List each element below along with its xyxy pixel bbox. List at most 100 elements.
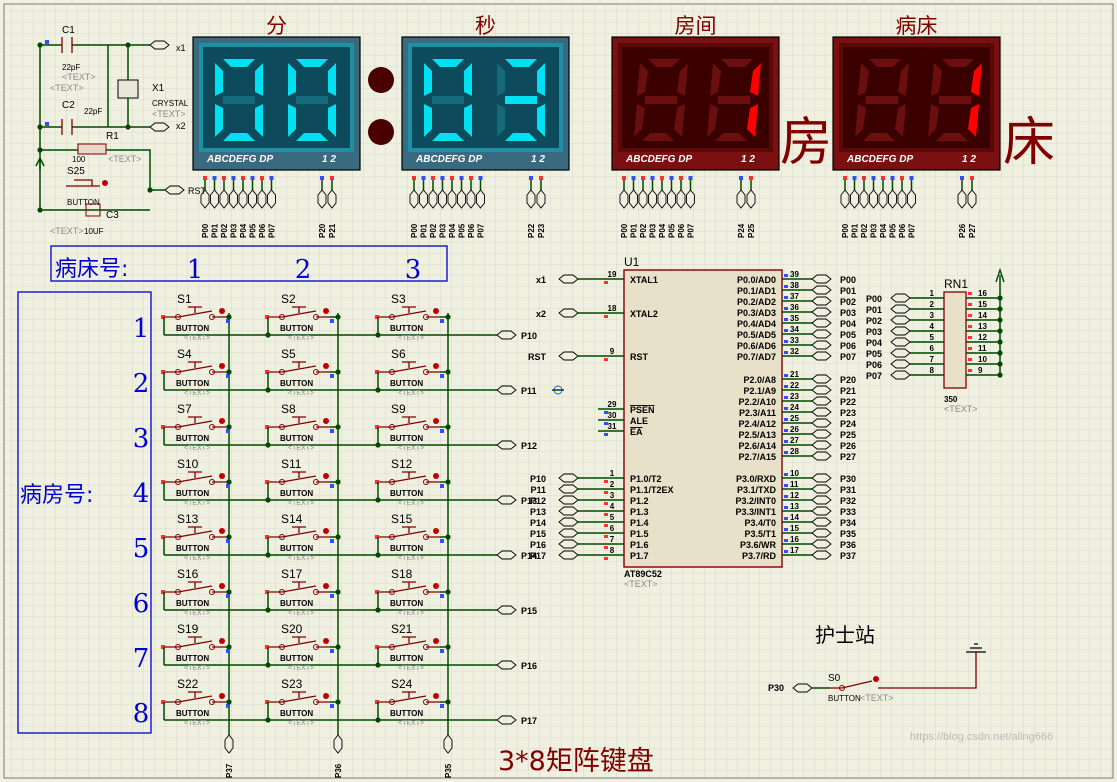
display-pin-label: P00 [841, 223, 850, 238]
button-type: BUTTON [280, 709, 313, 718]
pin-marker [604, 513, 608, 516]
bed-header-label: 病床号: [55, 257, 128, 282]
pin-marker [784, 374, 788, 377]
button-type: BUTTON [176, 654, 209, 663]
button-indicator [433, 583, 439, 589]
rn-pin-number: 11 [978, 344, 987, 353]
junction-dot [375, 442, 381, 448]
display-pin-label: P22 [527, 223, 536, 238]
pin-marker [450, 176, 454, 180]
pin-marker [604, 557, 608, 560]
junction-dot [375, 717, 381, 723]
button-text: <TEXT> [398, 390, 424, 397]
pin-marker [604, 480, 608, 483]
pin-marker [250, 176, 255, 180]
pin-number: 31 [608, 422, 617, 431]
ward-number: 6 [133, 589, 150, 619]
display-pin-label: P07 [268, 223, 277, 238]
button-text: <TEXT> [398, 610, 424, 617]
pin-marker [604, 502, 608, 505]
pin-marker [784, 285, 788, 288]
display-pin-label: P24 [737, 223, 746, 238]
display-pin-label: P03 [870, 223, 879, 238]
pin-marker [749, 176, 753, 180]
rn-net-label: P07 [866, 371, 882, 381]
pin-name: P2.3/A11 [739, 408, 776, 418]
segment-g [645, 96, 677, 104]
button-type: BUTTON [390, 434, 423, 443]
rn-pin-number: 16 [978, 289, 987, 298]
button-indicator [323, 583, 329, 589]
display-pin-label: P02 [220, 223, 229, 238]
pin-marker [226, 649, 230, 653]
display-pin-label: P00 [410, 223, 419, 238]
rn1-ref: RN1 [944, 277, 968, 291]
c2-text: <TEXT> [50, 83, 84, 93]
net-label: P03 [840, 308, 856, 318]
pin-marker [862, 176, 866, 180]
net-label: P26 [840, 441, 856, 451]
display-pin-label: P02 [860, 223, 869, 238]
button-text: <TEXT> [398, 720, 424, 727]
pin-number: 16 [790, 535, 799, 544]
pin-marker [330, 594, 334, 598]
button-type: BUTTON [176, 544, 209, 553]
pin-marker [330, 704, 334, 708]
segment-g [866, 96, 898, 104]
net-label: P00 [840, 275, 856, 285]
net-label: P10 [530, 474, 546, 484]
segment-g [223, 96, 255, 104]
r1-label: R1 [106, 131, 119, 142]
pin-marker [440, 649, 444, 653]
pin-marker [900, 176, 904, 180]
pin-name: P0.3/AD3 [737, 308, 776, 318]
net-label: P27 [840, 452, 856, 462]
display-pin-label: P05 [889, 223, 898, 238]
pin-marker [226, 429, 230, 433]
display-pin-label: P05 [458, 223, 467, 238]
button-type: BUTTON [390, 599, 423, 608]
s25-text: <TEXT> [50, 226, 84, 236]
display-caption: ABCDEFG DP [625, 154, 692, 165]
rn-net-label: P01 [866, 305, 882, 315]
display-pin-label: P02 [639, 223, 648, 238]
pin-marker [604, 315, 608, 318]
bed-number: 1 [187, 255, 204, 285]
button-indicator [433, 638, 439, 644]
pin-marker [440, 539, 444, 543]
button-text: <TEXT> [288, 610, 314, 617]
net-label: P21 [840, 386, 856, 396]
button-ref: S6 [391, 347, 406, 361]
button-text: <TEXT> [184, 390, 210, 397]
pin-marker [784, 473, 788, 476]
pin-marker [968, 336, 972, 339]
segment-g [939, 96, 971, 104]
ward-header-label: 病房号: [20, 483, 93, 508]
junction-dot [125, 124, 131, 130]
rn-net-label: P06 [866, 360, 882, 370]
display-pin-label: P01 [420, 223, 429, 238]
pin-marker [604, 491, 608, 494]
pin-number: 7 [610, 535, 615, 544]
pin-marker [622, 176, 626, 180]
display-caption: ABCDEFG DP [415, 154, 482, 165]
button-text: <TEXT> [288, 720, 314, 727]
pin-marker [679, 176, 683, 180]
rn-pin-number: 4 [930, 322, 935, 331]
pin-number: 32 [790, 347, 799, 356]
x1-value: CRYSTAL [152, 99, 189, 108]
button-ref: S22 [177, 677, 199, 691]
pin-marker [459, 176, 464, 180]
c3-value: 10UF [84, 227, 104, 236]
junction-dot [335, 589, 341, 595]
junction-dot [335, 479, 341, 485]
pin-name: P0.1/AD1 [737, 286, 776, 296]
junction-dot [125, 42, 131, 48]
display-title: 分 [266, 14, 287, 38]
button-type: BUTTON [280, 379, 313, 388]
pin-number: 33 [790, 336, 799, 345]
pin-number: 35 [790, 314, 799, 323]
button-indicator [219, 693, 225, 699]
button-indicator [433, 418, 439, 424]
pin-name: RST [630, 352, 649, 362]
